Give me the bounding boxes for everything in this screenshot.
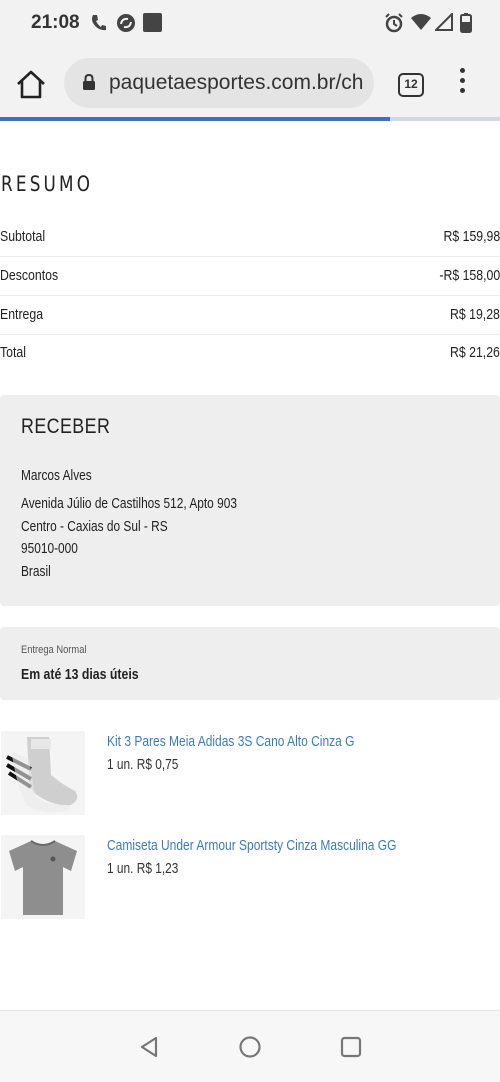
shipping-type: Entrega Normal xyxy=(21,644,87,656)
receiver-title: RECEBER xyxy=(21,415,111,438)
socks-image[interactable] xyxy=(1,731,85,815)
battery-icon xyxy=(460,13,472,33)
receiver-country: Brasil xyxy=(21,564,51,580)
summary-value: R$ 21,26 xyxy=(450,344,500,361)
home-icon[interactable] xyxy=(14,68,48,102)
product-name-link[interactable]: Camiseta Under Armour Sportsty Cinza Mas… xyxy=(107,837,396,854)
summary-row-shipping: Entrega R$ 19,28 xyxy=(0,297,500,335)
receiver-zip: 95010-000 xyxy=(21,541,78,557)
recents-icon[interactable] xyxy=(340,1035,362,1059)
status-bar: 21:08 xyxy=(0,0,500,48)
notification-square-icon xyxy=(143,13,162,32)
back-icon[interactable] xyxy=(138,1035,160,1059)
summary-row-total: Total R$ 21,26 xyxy=(0,335,500,373)
product-item: Camiseta Under Armour Sportsty Cinza Mas… xyxy=(0,835,500,921)
page-progress-bar xyxy=(0,117,390,121)
product-item: Kit 3 Pares Meia Adidas 3S Cano Alto Cin… xyxy=(0,731,500,817)
summary-row-discounts: Descontos -R$ 158,00 xyxy=(0,258,500,296)
receiver-district: Centro - Caxias do Sul - RS xyxy=(21,519,168,535)
summary-value: R$ 159,98 xyxy=(443,228,500,245)
alarm-icon xyxy=(385,13,403,33)
browser-toolbar: paquetaesportes.com.br/ch 12 xyxy=(0,48,500,118)
tab-switcher-button[interactable]: 12 xyxy=(398,73,424,97)
product-price: 1 un. R$ 1,23 xyxy=(107,861,179,877)
summary-row-subtotal: Subtotal R$ 159,98 xyxy=(0,219,500,257)
address-bar[interactable]: paquetaesportes.com.br/ch xyxy=(64,58,374,108)
shipping-panel: Entrega Normal Em até 13 dias úteis xyxy=(0,627,500,700)
receiver-name: Marcos Alves xyxy=(21,468,92,484)
wifi-icon xyxy=(411,14,431,30)
lock-icon xyxy=(83,74,95,90)
summary-label: Descontos xyxy=(0,267,59,284)
summary-title: RESUMO xyxy=(1,172,94,196)
sync-icon xyxy=(117,14,135,32)
url-text: paquetaesportes.com.br/ch xyxy=(109,71,364,94)
summary-value: -R$ 158,00 xyxy=(439,267,500,284)
phone-icon xyxy=(92,15,106,31)
summary-label: Subtotal xyxy=(0,228,46,245)
tshirt-image[interactable] xyxy=(1,835,85,919)
summary-label: Entrega xyxy=(0,306,44,323)
system-nav-bar xyxy=(0,1010,500,1082)
product-price: 1 un. R$ 0,75 xyxy=(107,757,179,773)
signal-icon xyxy=(435,13,453,31)
status-time: 21:08 xyxy=(31,12,80,33)
receiver-street: Avenida Júlio de Castilhos 512, Apto 903 xyxy=(21,496,237,512)
receiver-panel: RECEBER Marcos Alves Avenida Júlio de Ca… xyxy=(0,395,500,606)
overflow-menu-icon[interactable] xyxy=(454,68,470,98)
home-circle-icon[interactable] xyxy=(238,1035,262,1059)
product-name-link[interactable]: Kit 3 Pares Meia Adidas 3S Cano Alto Cin… xyxy=(107,733,354,750)
summary-label: Total xyxy=(0,344,26,361)
shipping-eta: Em até 13 dias úteis xyxy=(21,666,139,683)
summary-value: R$ 19,28 xyxy=(450,306,500,323)
